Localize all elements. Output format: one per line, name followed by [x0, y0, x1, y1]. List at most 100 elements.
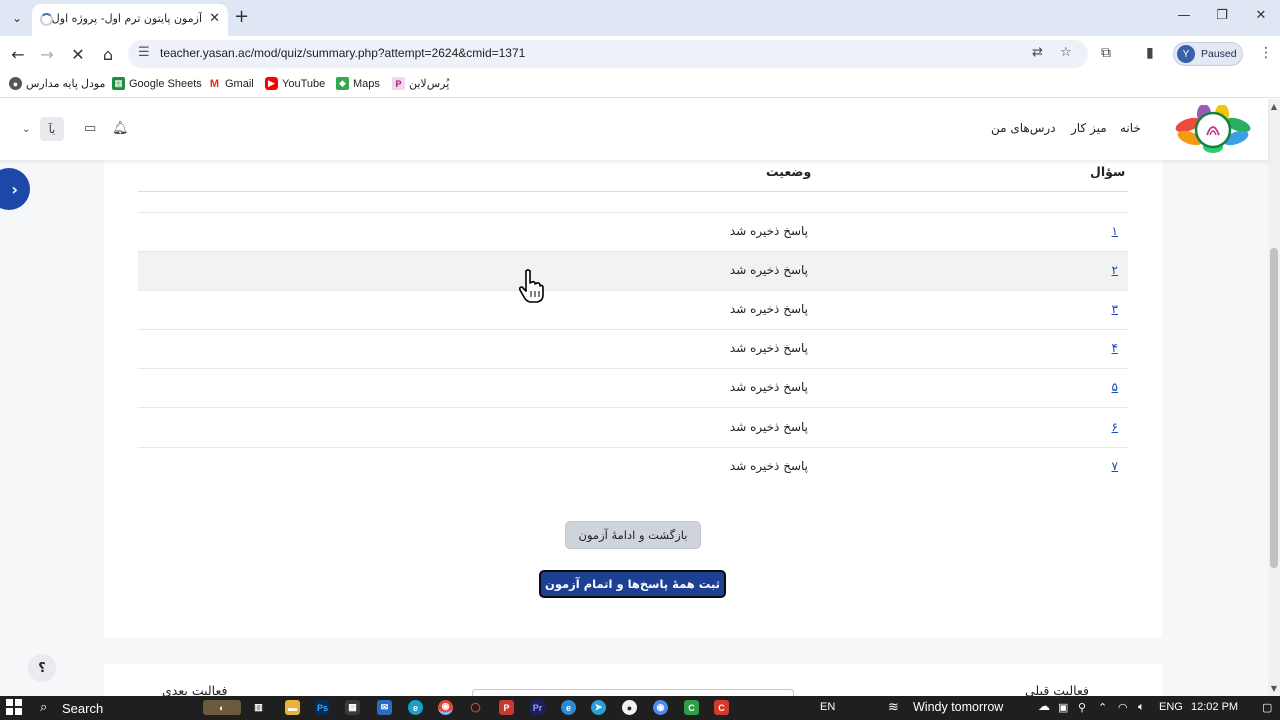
store-icon[interactable]: ▦	[345, 700, 360, 715]
back-arrow-icon[interactable]: ←	[6, 42, 30, 66]
table-row: ۳ پاسخ ذخیره شد	[138, 291, 1128, 330]
question-status: پاسخ ذخیره شد	[729, 302, 808, 316]
bookmark-youtube[interactable]: ▶ YouTube	[265, 77, 325, 90]
file-explorer-icon[interactable]: ▬	[285, 700, 300, 715]
question-status: پاسخ ذخیره شد	[729, 380, 808, 394]
side-panel-icon[interactable]: ▮	[1146, 45, 1154, 61]
minimize-icon[interactable]: —	[1174, 8, 1194, 23]
window-close-icon[interactable]: ✕	[1251, 8, 1271, 23]
sheets-icon: ▦	[112, 77, 125, 90]
task-view-icon[interactable]: ▥	[251, 700, 266, 715]
address-bar[interactable]: ☰ teacher.yasan.ac/mod/quiz/summary.php?…	[128, 40, 1088, 68]
table-spacer-row	[138, 192, 1128, 213]
language-button[interactable]: یآ	[40, 117, 64, 141]
bookmark-google-sheets[interactable]: ▦ Google Sheets	[112, 77, 202, 90]
browser-menu-icon[interactable]: ⋮	[1259, 45, 1273, 61]
question-link[interactable]: ۵	[1112, 380, 1118, 394]
edge-dev-icon[interactable]: e	[561, 700, 576, 715]
scroll-down-arrow-icon[interactable]: ▼	[1268, 684, 1280, 693]
site-header: خانه میز کار درس‌های من ⌄ یآ ▭ 🔔︎	[0, 99, 1268, 160]
bookmark-moodle[interactable]: مودل پایه مدارس ●	[9, 77, 105, 90]
profile-button[interactable]: Y Paused	[1173, 42, 1243, 66]
profile-avatar: Y	[1177, 45, 1195, 63]
tray-usb-icon[interactable]: ⚲	[1078, 701, 1086, 714]
photoshop-icon[interactable]: Ps	[315, 700, 330, 715]
bookmark-gmail[interactable]: M Gmail	[208, 77, 254, 90]
restore-icon[interactable]: ❐	[1212, 8, 1232, 23]
tab-title: آزمون پایتون ترم اول- پروژه اول ما	[52, 12, 202, 25]
site-info-icon[interactable]: ☰	[138, 45, 150, 60]
windows-start-icon[interactable]	[6, 699, 22, 715]
submit-all-and-finish-button[interactable]: ثبت همهٔ پاسخ‌ها و اتمام آزمون	[539, 570, 726, 598]
edge-icon[interactable]: e	[408, 700, 423, 715]
bookmark-maps[interactable]: ◆ Maps	[336, 77, 380, 90]
bookmark-label: YouTube	[282, 77, 326, 90]
messages-icon[interactable]: ▭	[84, 121, 96, 136]
bookmark-label: Maps	[353, 77, 380, 90]
gmail-icon: M	[209, 77, 220, 90]
stop-loading-icon[interactable]: ✕	[66, 42, 90, 66]
globe-icon: ●	[9, 77, 22, 90]
wifi-icon[interactable]: ◠	[1118, 701, 1128, 714]
telegram-icon[interactable]: ➤	[591, 700, 606, 715]
scrollbar-thumb[interactable]	[1270, 248, 1278, 568]
return-to-attempt-button[interactable]: بازگشت و ادامهٔ آزمون	[565, 521, 701, 549]
taskbar-clock[interactable]: 12:02 PM	[1191, 701, 1238, 713]
clock-app-icon[interactable]: ●	[622, 700, 637, 715]
notification-center-icon[interactable]: ▢	[1262, 701, 1272, 714]
chat-app-icon[interactable]: ◯	[468, 700, 483, 715]
browser-toolbar: ← → ✕ ⌂ ☰ teacher.yasan.ac/mod/quiz/summ…	[0, 36, 1280, 72]
camtasia-icon[interactable]: C	[684, 700, 699, 715]
notifications-bell-icon[interactable]: 🔔︎	[112, 121, 129, 136]
help-button[interactable]: ؟	[28, 654, 56, 682]
bookmark-star-icon[interactable]: ☆	[1060, 45, 1072, 60]
porsline-icon: P	[392, 77, 405, 90]
bookmark-porsline[interactable]: P پُرس‌لاین	[392, 77, 449, 90]
weather-label[interactable]: Windy tomorrow	[913, 700, 1003, 714]
tray-camera-icon[interactable]: ▣	[1058, 701, 1068, 714]
recorder-icon[interactable]: C	[714, 700, 729, 715]
bookmark-label: پُرس‌لاین	[409, 78, 450, 90]
table-row: ۶ پاسخ ذخیره شد	[138, 409, 1128, 448]
hand-pointer-cursor-icon	[518, 269, 544, 303]
new-tab-plus-icon[interactable]: +	[234, 7, 249, 27]
scroll-up-arrow-icon[interactable]: ▲	[1268, 102, 1280, 111]
nav-my-courses[interactable]: درس‌های من	[991, 121, 1056, 135]
powerpoint-icon[interactable]: P	[499, 700, 514, 715]
search-highlight-image-icon[interactable]: ◐	[203, 700, 241, 715]
nav-dashboard[interactable]: میز کار	[1071, 121, 1107, 135]
tab-close-icon[interactable]: ✕	[209, 11, 220, 26]
volume-icon[interactable]: 🔈︎	[1138, 701, 1145, 714]
nav-home[interactable]: خانه	[1120, 121, 1141, 135]
chrome-profile-icon[interactable]: ◉	[653, 700, 668, 715]
user-menu-chevron-icon[interactable]: ⌄	[22, 124, 30, 135]
extensions-puzzle-icon[interactable]: ⧉	[1101, 45, 1111, 61]
question-link[interactable]: ۳	[1112, 302, 1118, 316]
tray-chevron-icon[interactable]: ⌃	[1098, 701, 1107, 714]
taskbar-search-icon[interactable]: ⌕	[40, 699, 47, 715]
question-link[interactable]: ۱	[1112, 224, 1118, 238]
windows-taskbar: ⌕ Search ◐ ▥ ▬ Ps ▦ ✉ e ◉ ◯ P Pr e ➤ ● ◉…	[0, 696, 1280, 720]
table-row: ۵ پاسخ ذخیره شد	[138, 369, 1128, 408]
language-indicator[interactable]: EN	[820, 701, 835, 713]
taskbar-search-label[interactable]: Search	[62, 701, 103, 716]
question-status: پاسخ ذخیره شد	[729, 224, 808, 238]
table-row: ۷ پاسخ ذخیره شد	[138, 448, 1128, 487]
input-language-indicator[interactable]: ENG	[1159, 701, 1183, 713]
table-row: ۱ پاسخ ذخیره شد	[138, 213, 1128, 252]
browser-tab-active[interactable]: آزمون پایتون ترم اول- پروژه اول ما ✕	[32, 4, 228, 36]
question-link[interactable]: ۲	[1112, 263, 1118, 277]
forward-arrow-icon[interactable]: →	[35, 42, 59, 66]
mail-icon[interactable]: ✉	[377, 700, 392, 715]
bookmark-label: مودل پایه مدارس	[26, 78, 106, 90]
tab-search-chevron-icon[interactable]: ⌄	[6, 7, 28, 29]
chrome-icon[interactable]: ◉	[438, 700, 453, 715]
question-link[interactable]: ۷	[1112, 459, 1118, 473]
translate-icon[interactable]: ⇄	[1032, 45, 1043, 60]
tray-cloud-icon[interactable]: ☁	[1038, 699, 1050, 713]
site-logo[interactable]	[1174, 105, 1252, 155]
home-icon[interactable]: ⌂	[96, 42, 120, 66]
premiere-icon[interactable]: Pr	[530, 700, 545, 715]
question-link[interactable]: ۶	[1112, 420, 1118, 434]
question-link[interactable]: ۴	[1112, 341, 1118, 355]
